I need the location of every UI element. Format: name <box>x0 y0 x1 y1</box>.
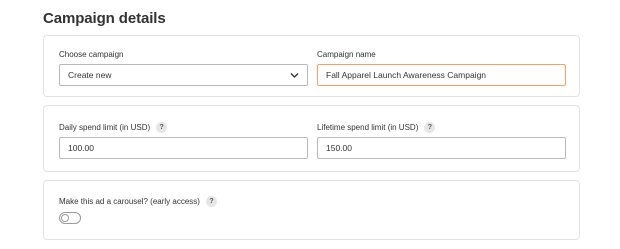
question-mark-icon[interactable]: ? <box>424 121 436 133</box>
lifetime-spend-input[interactable]: 150.00 <box>317 137 566 159</box>
lifetime-spend-field: Lifetime spend limit (in USD) ? <box>317 121 436 133</box>
campaign-name-label-text: Campaign name <box>317 49 376 59</box>
choose-campaign-field: Choose campaign <box>59 48 123 60</box>
choose-campaign-value: Create new <box>68 70 112 80</box>
campaign-name-input[interactable]: Fall Apparel Launch Awareness Campaign <box>317 64 566 86</box>
campaign-card: Choose campaign Create new Campaign name… <box>43 35 580 97</box>
carousel-field: Make this ad a carousel? (early access) … <box>59 195 217 207</box>
carousel-label-text: Make this ad a carousel? (early access) <box>59 196 200 206</box>
chevron-down-icon <box>290 72 299 78</box>
carousel-toggle[interactable] <box>59 212 81 224</box>
daily-spend-value: 100.00 <box>68 143 94 153</box>
daily-spend-input[interactable]: 100.00 <box>59 137 308 159</box>
question-mark-icon[interactable]: ? <box>205 195 217 207</box>
question-mark-icon[interactable]: ? <box>156 121 168 133</box>
toggle-knob <box>61 214 69 222</box>
campaign-name-label: Campaign name <box>317 48 376 60</box>
daily-spend-field: Daily spend limit (in USD) ? <box>59 121 168 133</box>
spend-limits-card: Daily spend limit (in USD) ? 100.00 Life… <box>43 105 580 172</box>
carousel-label: Make this ad a carousel? (early access) … <box>59 195 217 207</box>
carousel-card: Make this ad a carousel? (early access) … <box>43 180 580 240</box>
campaign-name-value: Fall Apparel Launch Awareness Campaign <box>326 70 487 80</box>
lifetime-spend-label: Lifetime spend limit (in USD) ? <box>317 121 436 133</box>
lifetime-spend-label-text: Lifetime spend limit (in USD) <box>317 122 419 132</box>
choose-campaign-label-text: Choose campaign <box>59 49 124 59</box>
lifetime-spend-value: 150.00 <box>326 143 352 153</box>
section-title: Campaign details <box>43 10 166 27</box>
choose-campaign-label: Choose campaign <box>59 48 123 60</box>
campaign-name-field: Campaign name <box>317 48 376 60</box>
campaign-details-page: Campaign details Choose campaign Create … <box>0 0 620 249</box>
daily-spend-label: Daily spend limit (in USD) ? <box>59 121 168 133</box>
daily-spend-label-text: Daily spend limit (in USD) <box>59 122 151 132</box>
choose-campaign-select[interactable]: Create new <box>59 64 308 86</box>
